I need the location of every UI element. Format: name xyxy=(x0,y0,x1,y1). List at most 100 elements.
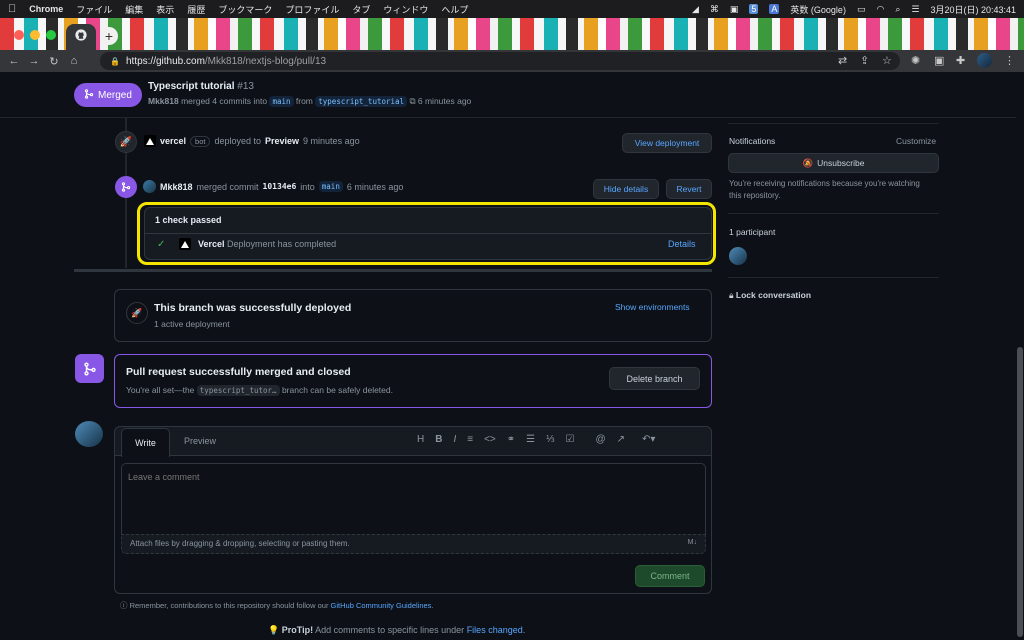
input-source-icon[interactable]: A xyxy=(769,4,780,14)
spotlight-icon[interactable]: ⌕ xyxy=(895,4,900,15)
tray-app-icon[interactable]: ◢ xyxy=(692,4,699,15)
deploy-time: 9 minutes ago xyxy=(303,136,360,146)
translate-icon[interactable]: ⇄ xyxy=(838,54,847,67)
window-zoom-button[interactable] xyxy=(46,30,56,40)
copy-icon[interactable]: ⧉ xyxy=(409,96,415,106)
deployed-title: This branch was successfully deployed xyxy=(154,302,352,314)
menu-tab[interactable]: タブ xyxy=(352,3,370,16)
deploy-environment[interactable]: Preview xyxy=(265,136,299,146)
forward-arrow-icon[interactable]: → xyxy=(24,55,44,67)
macos-menu-bar:  Chrome ファイル 編集 表示 履歴 ブックマーク プロファイル タブ … xyxy=(0,0,1024,18)
pr-title[interactable]: Typescript tutorial xyxy=(148,81,235,92)
task-list-icon[interactable]: ☑ xyxy=(565,434,574,445)
reference-icon[interactable]: ↗ xyxy=(617,434,625,445)
menu-window[interactable]: ウィンドウ xyxy=(383,3,428,16)
home-icon[interactable]: ⌂ xyxy=(64,55,84,67)
comment-form: Write Preview H B I ≡ <> ⚭ ☰ ⅓ ☑ @ ↗ ↶▾ … xyxy=(114,426,712,594)
comment-textarea[interactable] xyxy=(121,463,706,534)
browser-tab-github[interactable] xyxy=(66,24,96,50)
participant-avatar[interactable] xyxy=(729,247,747,265)
merged-branch-label: typescript_tutor… xyxy=(196,385,280,396)
hide-details-button[interactable]: Hide details xyxy=(593,179,659,199)
lock-conversation-link[interactable]: 🔒︎ Lock conversation xyxy=(729,290,811,301)
deploy-actor[interactable]: vercel xyxy=(160,136,186,146)
merge-commit[interactable]: 10134e6 xyxy=(263,182,297,191)
show-environments-link[interactable]: Show environments xyxy=(615,302,690,312)
bold-icon[interactable]: B xyxy=(435,434,442,445)
extensions-puzzle-icon[interactable]: ✚ xyxy=(956,54,965,67)
mention-icon[interactable]: @ xyxy=(595,434,605,445)
info-icon: ⓘ xyxy=(120,601,128,610)
pr-author[interactable]: Mkk818 xyxy=(148,96,179,106)
code-icon[interactable]: <> xyxy=(484,434,496,445)
attach-bar[interactable]: Attach files by dragging & dropping, sel… xyxy=(121,534,706,554)
window-close-button[interactable] xyxy=(14,30,24,40)
tray-number-icon[interactable]: 5 xyxy=(749,4,759,14)
files-changed-link[interactable]: Files changed xyxy=(467,625,523,635)
merge-branch[interactable]: main xyxy=(318,181,343,192)
tab-write[interactable]: Write xyxy=(121,428,170,457)
reload-icon[interactable]: ↻ xyxy=(44,55,64,68)
view-deployment-button[interactable]: View deployment xyxy=(622,133,712,153)
italic-icon[interactable]: I xyxy=(453,434,456,445)
markdown-icon[interactable]: M↓ xyxy=(688,539,697,546)
bookmark-star-icon[interactable]: ☆ xyxy=(882,54,892,67)
page-scrollbar[interactable] xyxy=(1016,72,1024,640)
extension-color-icon[interactable]: ✺ xyxy=(911,54,920,67)
delete-branch-button[interactable]: Delete branch xyxy=(609,367,700,390)
wifi-icon[interactable]: ◠ xyxy=(876,4,884,15)
apple-icon[interactable]:  xyxy=(8,3,16,15)
vercel-logo-icon xyxy=(144,135,156,147)
chrome-menu-icon[interactable]: ⋮ xyxy=(1004,54,1015,67)
tab-preview[interactable]: Preview xyxy=(184,436,216,446)
lock-icon: 🔒︎ xyxy=(729,290,734,300)
input-source-label[interactable]: 英数 (Google) xyxy=(790,3,846,16)
tray-document-icon[interactable]: ▣ xyxy=(730,4,739,15)
menu-help[interactable]: ヘルプ xyxy=(441,3,468,16)
merged-box-icon xyxy=(75,354,104,383)
lock-icon: 🔒 xyxy=(110,56,120,66)
menu-edit[interactable]: 編集 xyxy=(125,3,143,16)
unsubscribe-button[interactable]: 🔕 Unsubscribe xyxy=(728,153,939,173)
menu-profiles[interactable]: プロファイル xyxy=(285,3,339,16)
numbered-list-icon[interactable]: ⅓ xyxy=(546,434,554,445)
timeline-end-divider xyxy=(74,269,712,272)
menu-file[interactable]: ファイル xyxy=(76,3,112,16)
merge-into: into xyxy=(300,181,315,192)
menu-app-name[interactable]: Chrome xyxy=(29,4,63,14)
back-arrow-icon[interactable]: ← xyxy=(4,55,24,67)
tray-gamepad-icon[interactable]: ⌘ xyxy=(710,4,719,15)
menu-history[interactable]: 履歴 xyxy=(187,3,205,16)
menu-bookmarks[interactable]: ブックマーク xyxy=(218,3,272,16)
menu-view[interactable]: 表示 xyxy=(156,3,174,16)
browser-tab-strip: + xyxy=(0,18,1024,50)
extension-notion-icon[interactable]: ▣ xyxy=(934,54,944,67)
quote-icon[interactable]: ≡ xyxy=(467,434,473,445)
customize-link[interactable]: Customize xyxy=(896,136,936,146)
new-tab-button[interactable]: + xyxy=(100,27,118,45)
address-bar[interactable]: 🔒 https://github.com /Mkk818/nextjs-blog… xyxy=(100,52,900,70)
head-branch-label[interactable]: typescript_tutorial xyxy=(315,96,408,107)
pr-sticky-header: Merged Typescript tutorial #13 Mkk818 me… xyxy=(0,72,1016,118)
revert-button[interactable]: Revert xyxy=(666,179,712,199)
scrollbar-thumb[interactable] xyxy=(1017,347,1023,637)
menubar-clock[interactable]: 3月20日(日) 20:43:41 xyxy=(930,3,1016,16)
merge-actor[interactable]: Mkk818 xyxy=(160,182,193,192)
base-branch-label[interactable]: main xyxy=(269,96,294,107)
control-center-icon[interactable]: ☰ xyxy=(911,4,919,15)
saved-reply-icon[interactable]: ↶▾ xyxy=(642,434,655,445)
window-minimize-button[interactable] xyxy=(30,30,40,40)
bullet-list-icon[interactable]: ☰ xyxy=(526,434,535,445)
profile-avatar[interactable] xyxy=(977,53,992,68)
notifications-label: Notifications xyxy=(729,136,776,146)
pr-merged-time: 6 minutes ago xyxy=(417,96,472,106)
unsubscribe-label: Unsubscribe xyxy=(817,158,865,168)
link-icon[interactable]: ⚭ xyxy=(507,434,515,445)
guidelines-link[interactable]: GitHub Community Guidelines xyxy=(331,601,432,610)
commenter-avatar[interactable] xyxy=(75,421,103,447)
battery-icon[interactable]: ▭ xyxy=(857,4,866,15)
comment-submit-button[interactable]: Comment xyxy=(635,565,705,587)
heading-icon[interactable]: H xyxy=(417,434,424,445)
share-icon[interactable]: ⇪ xyxy=(860,54,869,67)
user-avatar[interactable] xyxy=(143,180,156,193)
